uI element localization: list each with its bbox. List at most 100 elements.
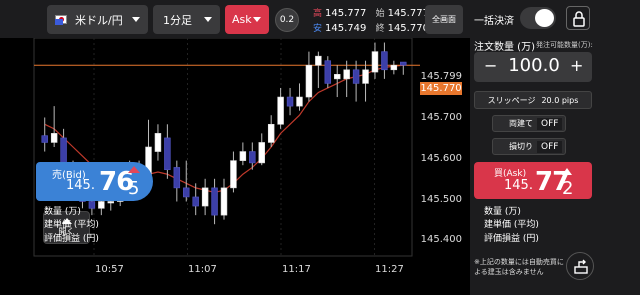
- bulk-settle-label: 一括決済: [474, 16, 514, 27]
- order-qty-label: 注文数量 (万): [474, 42, 535, 53]
- candle-body: [98, 201, 105, 209]
- slippage-button[interactable]: スリッページ 20.0 pips: [474, 91, 592, 109]
- price-side-select[interactable]: Ask: [225, 5, 269, 34]
- position-pl-label: 評価損益 (円): [44, 234, 99, 244]
- candle-body: [164, 137, 171, 171]
- candle-body: [258, 142, 265, 164]
- candle-body: [220, 187, 228, 216]
- low-label: 安: [313, 24, 323, 34]
- y-tick-label: 145.700: [420, 112, 462, 123]
- auto-trade-note: ※上記の数量には自動売買による建玉は含みません: [474, 258, 564, 276]
- candle-body: [343, 69, 350, 80]
- settle-icon: [574, 259, 588, 274]
- candle-body: [286, 96, 294, 107]
- hedge-toggle[interactable]: 両建て OFF: [492, 115, 566, 132]
- price-up-icon: [562, 168, 572, 175]
- ask-price-head: 145.: [504, 178, 533, 193]
- x-tick-label: 10:57: [95, 264, 124, 275]
- minus-button[interactable]: −: [484, 56, 497, 75]
- candle-body: [239, 151, 247, 161]
- candle-body: [324, 60, 332, 84]
- current-price-tag: 145.770: [420, 82, 462, 95]
- high-label: 高: [313, 9, 323, 19]
- chevron-down-icon: [253, 17, 261, 22]
- bulk-settle-toggle[interactable]: [520, 7, 556, 29]
- candle-body: [230, 160, 237, 189]
- candle-body: [390, 64, 398, 71]
- candle-body: [296, 96, 303, 107]
- order-qty-sub: 発注可能数量(万):: [536, 41, 593, 49]
- lock-button[interactable]: [566, 6, 590, 30]
- close-value: 145.770: [387, 23, 429, 34]
- candle-body: [107, 201, 114, 204]
- position-avg-label: 建単価 (平均): [44, 220, 99, 230]
- x-tick-label: 11:07: [188, 264, 217, 275]
- candle-body: [201, 187, 209, 207]
- candle-body: [173, 167, 181, 189]
- fullscreen-button[interactable]: 全画面: [425, 5, 463, 34]
- ask-price-tail: 2: [562, 178, 574, 199]
- position-qty-label: 数量 (万): [44, 207, 81, 217]
- slippage-value: 20.0 pips: [541, 95, 579, 105]
- sell-bid-button[interactable]: 売(Bid) 145. 76 5: [36, 162, 153, 201]
- candle-body: [334, 74, 341, 80]
- candle-body: [192, 196, 199, 207]
- price-side-label: Ask: [232, 13, 252, 26]
- open-label: 始: [375, 9, 385, 19]
- buy-ask-button[interactable]: 買(Ask) 145. 77 2: [474, 162, 592, 199]
- price-up-icon: [128, 166, 140, 173]
- slippage-label: スリッページ: [487, 95, 536, 105]
- loss-cut-label: 損切り: [509, 142, 533, 151]
- candle-body: [315, 55, 322, 66]
- y-tick-label: 145.400: [420, 234, 462, 245]
- candle-body: [305, 64, 313, 98]
- x-tick-label: 11:27: [375, 264, 404, 275]
- loss-cut-value: OFF: [537, 140, 563, 153]
- us-flag-icon: [55, 19, 63, 25]
- candle-body: [381, 51, 388, 71]
- bid-price-tail: 5: [128, 178, 140, 199]
- position-avg-label-right: 建単価 (平均): [484, 220, 539, 230]
- y-tick-label: 145.799: [420, 71, 462, 82]
- candle-body: [50, 133, 58, 143]
- loss-cut-toggle[interactable]: 損切り OFF: [492, 138, 566, 155]
- candle-body: [400, 61, 407, 66]
- spread-value: 0.2: [279, 15, 295, 25]
- settle-action-button[interactable]: [566, 252, 594, 280]
- currency-pair-select[interactable]: 米ドル/円: [47, 5, 148, 34]
- candle-body: [362, 69, 369, 84]
- chevron-down-icon: [132, 17, 140, 22]
- spread-button[interactable]: 0.2: [275, 8, 299, 32]
- candle-body: [154, 133, 162, 152]
- hedge-label: 両建て: [509, 119, 533, 128]
- x-tick-label: 11:17: [282, 264, 311, 275]
- candle-body: [41, 135, 48, 143]
- timeframe-select[interactable]: 1分足: [153, 5, 220, 34]
- hedge-value: OFF: [537, 117, 563, 130]
- bid-price-head: 145.: [66, 178, 95, 193]
- candle-body: [277, 96, 284, 125]
- candle-body: [249, 151, 256, 164]
- open-value: 145.777: [387, 8, 429, 19]
- position-pl-label-right: 評価損益 (円): [484, 234, 539, 244]
- close-label: 終: [375, 24, 385, 34]
- candle-body: [211, 187, 218, 216]
- timeframe-label: 1分足: [163, 13, 192, 27]
- y-tick-label: 145.600: [420, 153, 462, 164]
- lock-icon: [573, 11, 585, 27]
- candle-body: [371, 51, 379, 73]
- candle-body: [183, 187, 190, 198]
- toggle-knob: [535, 9, 554, 27]
- order-qty-value: 100.0: [508, 55, 560, 76]
- low-value: 145.749: [325, 23, 367, 34]
- fullscreen-label: 全画面: [432, 15, 456, 24]
- currency-pair-label: 米ドル/円: [75, 13, 123, 27]
- y-tick-label: 145.500: [420, 194, 462, 205]
- quote-high-open: 高 145.777 始 145.777: [313, 6, 429, 19]
- candle-body: [267, 123, 275, 143]
- position-qty-label-right: 数量 (万): [484, 207, 521, 217]
- plus-button[interactable]: +: [570, 56, 583, 75]
- candle-body: [352, 69, 360, 84]
- order-qty-stepper[interactable]: − 100.0 +: [474, 52, 592, 82]
- quote-low-close: 安 145.749 終 145.770: [313, 21, 429, 34]
